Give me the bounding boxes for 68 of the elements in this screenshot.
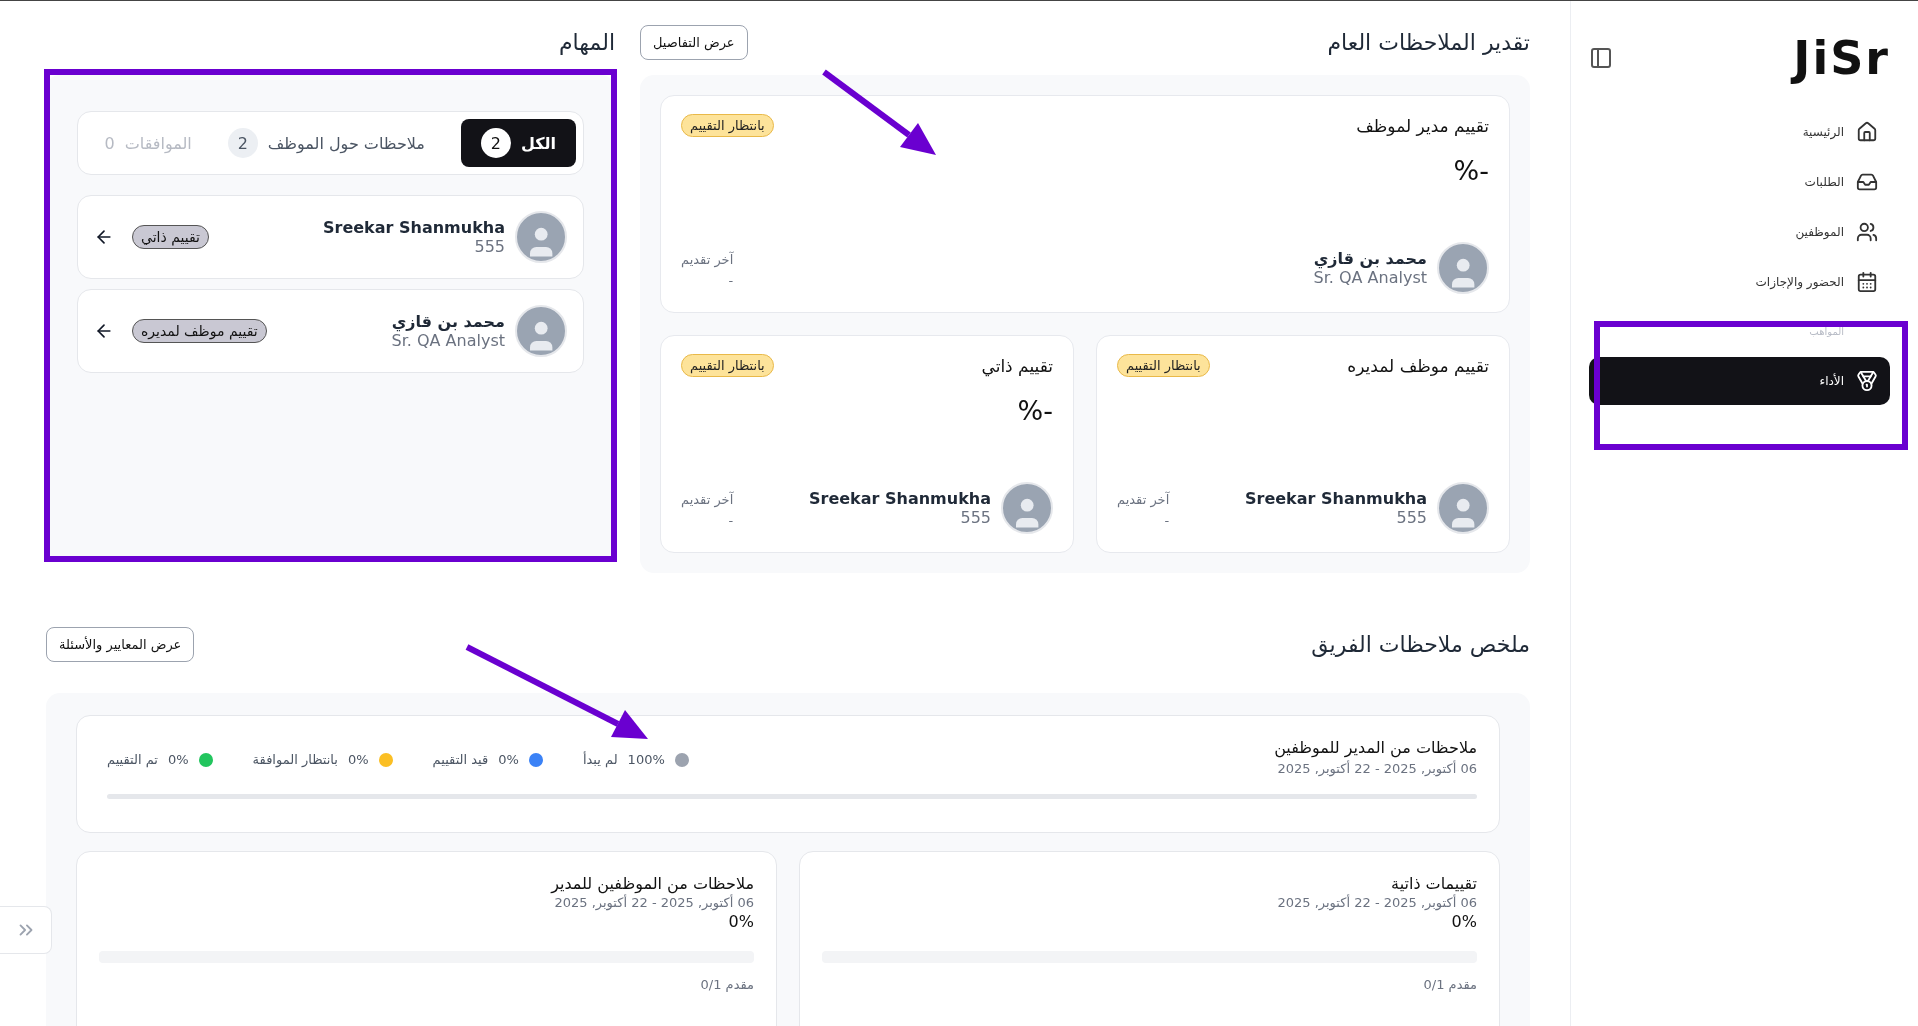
legend-label: لم يبدأ xyxy=(582,752,618,767)
avatar xyxy=(1437,482,1489,534)
last-submission-value: - xyxy=(1164,513,1170,528)
summary-title: ملاحظات من المدير للموظفين xyxy=(1274,738,1477,757)
nav-item[interactable]: الموظفين xyxy=(1589,207,1890,257)
status-pill: بانتظار التقييم xyxy=(681,354,774,377)
submitted-count: مقدم 0/1 xyxy=(699,977,754,992)
legend-label: قيد التقييم xyxy=(432,752,489,767)
legend-value: 0% xyxy=(168,752,189,767)
nav-icon xyxy=(1856,121,1878,143)
nav-item[interactable]: الطلبات xyxy=(1589,157,1890,207)
last-submission-label: آخر تقديم xyxy=(1117,492,1170,507)
nav-item[interactable]: الأداء xyxy=(1589,357,1890,405)
card-title: تقييم موظف لمديره xyxy=(1347,355,1489,376)
status-pill: بانتظار التقييم xyxy=(681,114,774,137)
card-title: تقييمات ذاتية xyxy=(1390,874,1477,893)
nav-icon xyxy=(1856,171,1878,193)
section-title: تقدير الملاحظات العام xyxy=(1327,29,1530,55)
task-type-tag: تقييم موظف لمديره xyxy=(132,319,267,343)
avatar xyxy=(1437,242,1489,294)
percent-value: 0% xyxy=(1451,912,1477,931)
person-subtitle: 555 xyxy=(960,508,991,527)
last-submission-value: - xyxy=(728,273,734,288)
percent-value: -% xyxy=(1453,155,1489,186)
person-subtitle: Sr. QA Analyst xyxy=(1313,268,1427,287)
count-label: 0 xyxy=(104,132,115,155)
legend-label: بانتظار الموافقة xyxy=(252,752,338,767)
person-name: Sreekar Shanmukha xyxy=(1245,489,1427,508)
status-pill: بانتظار التقييم xyxy=(1117,354,1210,377)
criteria-button[interactable]: عرض المعايير والأسئلة xyxy=(46,626,195,662)
section-title: المهام xyxy=(559,29,615,55)
legend-value: 0% xyxy=(347,752,369,767)
person-subtitle: 555 xyxy=(474,237,505,256)
avatar xyxy=(515,305,567,357)
card-title: ملاحظات من الموظفين للمدير xyxy=(549,874,754,893)
card-title: تقييم ذاتي xyxy=(981,355,1053,376)
legend-label: تم التقييم xyxy=(107,752,158,767)
percent-value: -% xyxy=(1017,395,1053,426)
person-name: Sreekar Shanmukha xyxy=(323,218,505,237)
person-name: محمد بن قازي xyxy=(391,312,505,331)
sidebar-toggle-icon[interactable] xyxy=(1589,46,1613,70)
legend-value: 0% xyxy=(498,752,519,767)
person-name: محمد بن قازي xyxy=(1313,249,1427,268)
card-title: تقييم مدير لموظف xyxy=(1356,115,1489,136)
person-name: Sreekar Shanmukha xyxy=(809,489,991,508)
section-title: ملخص ملاحظات الفريق xyxy=(1311,631,1530,657)
nav-item[interactable]: الرئيسية xyxy=(1589,107,1890,157)
count-badge: 2 xyxy=(227,128,258,158)
nav-item[interactable]: الحضور والإجازات xyxy=(1589,257,1890,307)
avatar xyxy=(1001,482,1053,534)
date-range: 06 أكتوبر, 2025 - 22 أكتوبر, 2025 xyxy=(1276,761,1477,776)
task-type-tag: تقييم ذاتي xyxy=(132,225,209,249)
person-subtitle: 555 xyxy=(1396,508,1427,527)
person-subtitle: Sr. QA Analyst xyxy=(391,331,505,350)
last-submission-label: آخر تقديم xyxy=(681,252,734,267)
nav-icon xyxy=(1856,221,1878,243)
date-range: 06 أكتوبر, 2025 - 22 أكتوبر, 2025 xyxy=(554,895,754,910)
nav-icon xyxy=(1856,370,1878,392)
nav-icon xyxy=(1856,271,1878,293)
last-submission-label: آخر تقديم xyxy=(681,492,734,507)
percent-value: 0% xyxy=(728,912,754,931)
count-badge: 2 xyxy=(480,128,511,158)
details-button[interactable]: عرض التفاصيل xyxy=(640,24,748,60)
submitted-count: مقدم 0/1 xyxy=(1422,977,1477,992)
legend-value: 100% xyxy=(627,752,665,767)
last-submission-value: - xyxy=(728,513,734,528)
date-range: 06 أكتوبر, 2025 - 22 أكتوبر, 2025 xyxy=(1276,895,1477,910)
avatar xyxy=(515,211,567,263)
